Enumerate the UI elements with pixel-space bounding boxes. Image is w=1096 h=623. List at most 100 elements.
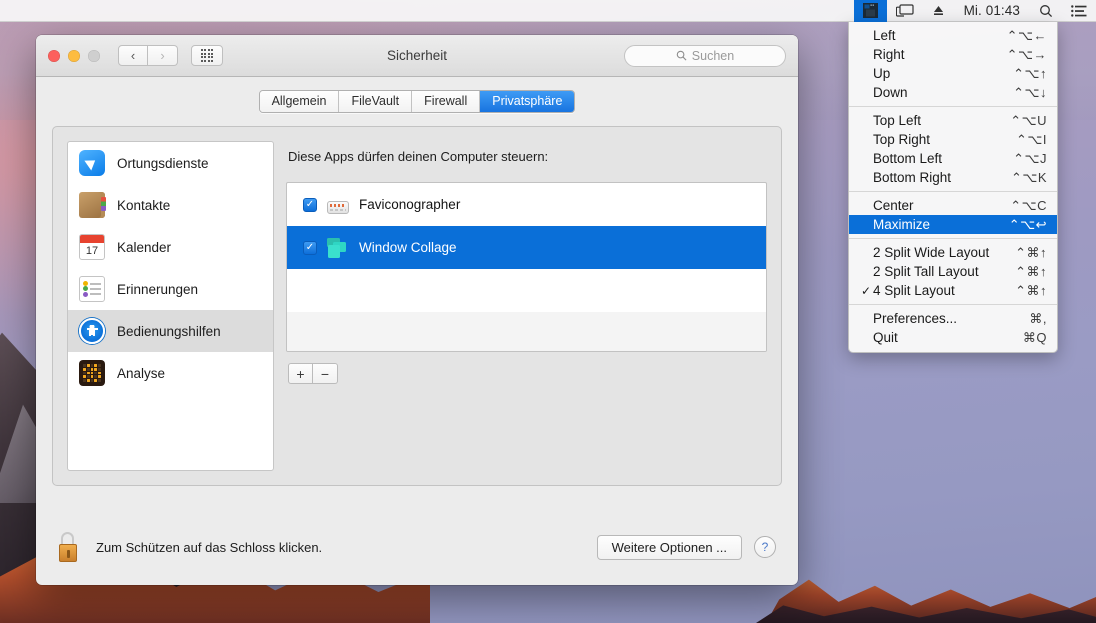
back-button[interactable]: ‹ xyxy=(118,45,148,66)
menubar-window-collage-icon[interactable] xyxy=(853,0,887,22)
search-placeholder: Suchen xyxy=(691,48,735,63)
sidebar-item-label: Kalender xyxy=(117,239,172,255)
calendar-day: 17 xyxy=(85,244,99,257)
more-options-button[interactable]: Weitere Optionen ... xyxy=(596,534,742,560)
table-row-empty xyxy=(287,312,766,351)
window-collage-dropdown-menu: Left ⌃⌥← Right ⌃⌥→ Up ⌃⌥↑ Down ⌃⌥↓ Top L… xyxy=(848,22,1058,353)
show-all-button[interactable] xyxy=(191,45,223,66)
tab-firewall[interactable]: Firewall xyxy=(411,91,480,112)
menu-item-maximize[interactable]: Maximize ⌃⌥↩ xyxy=(849,215,1057,234)
apps-description: Diese Apps dürfen deinen Computer steuer… xyxy=(288,149,549,164)
menu-item-shortcut: ⌃⌥I xyxy=(1016,131,1047,147)
privacy-detail-pane: Diese Apps dürfen deinen Computer steuer… xyxy=(286,141,767,471)
menu-item-center[interactable]: Center ⌃⌥C xyxy=(849,196,1057,215)
menu-item-shortcut: ⌃⌥U xyxy=(1010,112,1047,128)
sidebar-item-erinnerungen[interactable]: Erinnerungen xyxy=(68,268,273,310)
tab-allgemein[interactable]: Allgemein xyxy=(259,91,339,112)
minimize-button[interactable] xyxy=(68,49,80,62)
menu-item-bottom-right[interactable]: Bottom Right ⌃⌥K xyxy=(849,168,1057,187)
app-name: Window Collage xyxy=(359,240,457,255)
sidebar-item-label: Ortungsdienste xyxy=(117,155,209,171)
remove-app-button[interactable]: − xyxy=(313,363,338,384)
analytics-icon xyxy=(79,360,105,386)
menu-item-shortcut: ⌃⌥C xyxy=(1010,197,1047,213)
menu-item-shortcut: ⌃⌥↓ xyxy=(1013,84,1047,100)
menu-item-shortcut: ⌘, xyxy=(1029,310,1047,326)
menu-item-2-split-wide-layout[interactable]: 2 Split Wide Layout ⌃⌘↑ xyxy=(849,243,1057,262)
unlocked-padlock-icon[interactable] xyxy=(58,532,84,562)
location-services-icon xyxy=(79,150,105,176)
tab-privatsphaere[interactable]: Privatsphäre xyxy=(479,91,575,112)
menu-item-bottom-left[interactable]: Bottom Left ⌃⌥J xyxy=(849,149,1057,168)
menubar-spotlight-icon[interactable] xyxy=(1030,0,1062,22)
menu-separator xyxy=(849,106,1057,107)
help-button[interactable]: ? xyxy=(754,536,776,558)
sidebar-item-analyse[interactable]: Analyse xyxy=(68,352,273,394)
menubar-notification-center-icon[interactable] xyxy=(1062,0,1096,22)
forward-button[interactable]: › xyxy=(148,45,178,66)
content-panel: Ortungsdienste Kontakte 17 Kalender Erin… xyxy=(52,126,782,486)
menu-item-4-split-layout[interactable]: ✓ 4 Split Layout ⌃⌘↑ xyxy=(849,281,1057,300)
table-row[interactable]: ✓ Faviconographer xyxy=(287,183,766,226)
menu-item-down[interactable]: Down ⌃⌥↓ xyxy=(849,83,1057,102)
sidebar-item-label: Erinnerungen xyxy=(117,281,199,297)
window-collage-icon xyxy=(327,237,349,259)
tab-filevault[interactable]: FileVault xyxy=(338,91,412,112)
sidebar-item-label: Analyse xyxy=(117,365,166,381)
menu-item-shortcut: ⌃⌥J xyxy=(1013,150,1047,166)
menu-item-shortcut: ⌃⌥↑ xyxy=(1013,65,1047,81)
faviconographer-icon xyxy=(327,200,349,214)
traffic-lights xyxy=(48,49,100,62)
menu-item-top-right[interactable]: Top Right ⌃⌥I xyxy=(849,130,1057,149)
window-footer: Zum Schützen auf das Schloss klicken. We… xyxy=(36,509,798,585)
menu-item-label: Down xyxy=(873,85,908,100)
sidebar-item-ortungsdienste[interactable]: Ortungsdienste xyxy=(68,142,273,184)
menu-item-shortcut: ⌃⌥→ xyxy=(1006,46,1047,62)
menu-item-shortcut: ⌃⌘↑ xyxy=(1015,244,1047,260)
window-collage-icon xyxy=(862,3,878,18)
menu-item-shortcut: ⌃⌥← xyxy=(1006,27,1047,43)
menubar-eject-icon[interactable] xyxy=(923,0,954,22)
menu-item-shortcut: ⌘Q xyxy=(1022,329,1047,345)
sidebar-item-bedienungshilfen[interactable]: Bedienungshilfen xyxy=(68,310,273,352)
add-app-button[interactable]: + xyxy=(288,363,313,384)
window-titlebar: ‹ › Sicherheit Suchen xyxy=(36,35,798,77)
calendar-icon: 17 xyxy=(79,234,105,260)
add-remove-buttons: + − xyxy=(288,363,767,384)
menu-separator xyxy=(849,238,1057,239)
menu-item-left[interactable]: Left ⌃⌥← xyxy=(849,26,1057,45)
menu-separator xyxy=(849,304,1057,305)
close-button[interactable] xyxy=(48,49,60,62)
reminders-icon xyxy=(79,276,105,302)
menu-item-shortcut: ⌃⌥K xyxy=(1010,169,1047,185)
menu-item-2-split-tall-layout[interactable]: 2 Split Tall Layout ⌃⌘↑ xyxy=(849,262,1057,281)
show-all-grid-icon xyxy=(200,49,214,62)
menu-item-preferences[interactable]: Preferences... ⌘, xyxy=(849,309,1057,328)
menu-item-label: 2 Split Tall Layout xyxy=(873,264,979,279)
menu-item-shortcut: ⌃⌥↩ xyxy=(1008,216,1047,232)
menu-item-top-left[interactable]: Top Left ⌃⌥U xyxy=(849,111,1057,130)
menu-item-label: Bottom Right xyxy=(873,170,952,185)
menu-item-up[interactable]: Up ⌃⌥↑ xyxy=(849,64,1057,83)
app-checkbox[interactable]: ✓ xyxy=(303,240,317,255)
menubar-clock[interactable]: Mi. 01:43 xyxy=(954,0,1030,22)
search-icon xyxy=(1040,4,1053,17)
menu-item-shortcut: ⌃⌘↑ xyxy=(1015,263,1047,279)
contacts-icon xyxy=(79,192,106,218)
menu-item-quit[interactable]: Quit ⌘Q xyxy=(849,328,1057,347)
menu-item-label: Left xyxy=(873,28,896,43)
navigation-buttons: ‹ › xyxy=(118,45,178,66)
search-input[interactable]: Suchen xyxy=(624,44,786,67)
menubar-display-icon[interactable] xyxy=(887,0,923,22)
allowed-apps-list[interactable]: ✓ Faviconographer ✓ Window Collage xyxy=(286,182,767,352)
table-row[interactable]: ✓ Window Collage xyxy=(287,226,766,269)
sidebar-item-kalender[interactable]: 17 Kalender xyxy=(68,226,273,268)
menu-item-label: Right xyxy=(873,47,905,62)
menu-item-label: 2 Split Wide Layout xyxy=(873,245,990,260)
eject-icon xyxy=(933,6,943,15)
menu-item-label: Up xyxy=(873,66,891,81)
menu-item-right[interactable]: Right ⌃⌥→ xyxy=(849,45,1057,64)
app-checkbox[interactable]: ✓ xyxy=(303,197,317,212)
sidebar-item-kontakte[interactable]: Kontakte xyxy=(68,184,273,226)
accessibility-icon xyxy=(79,318,105,344)
